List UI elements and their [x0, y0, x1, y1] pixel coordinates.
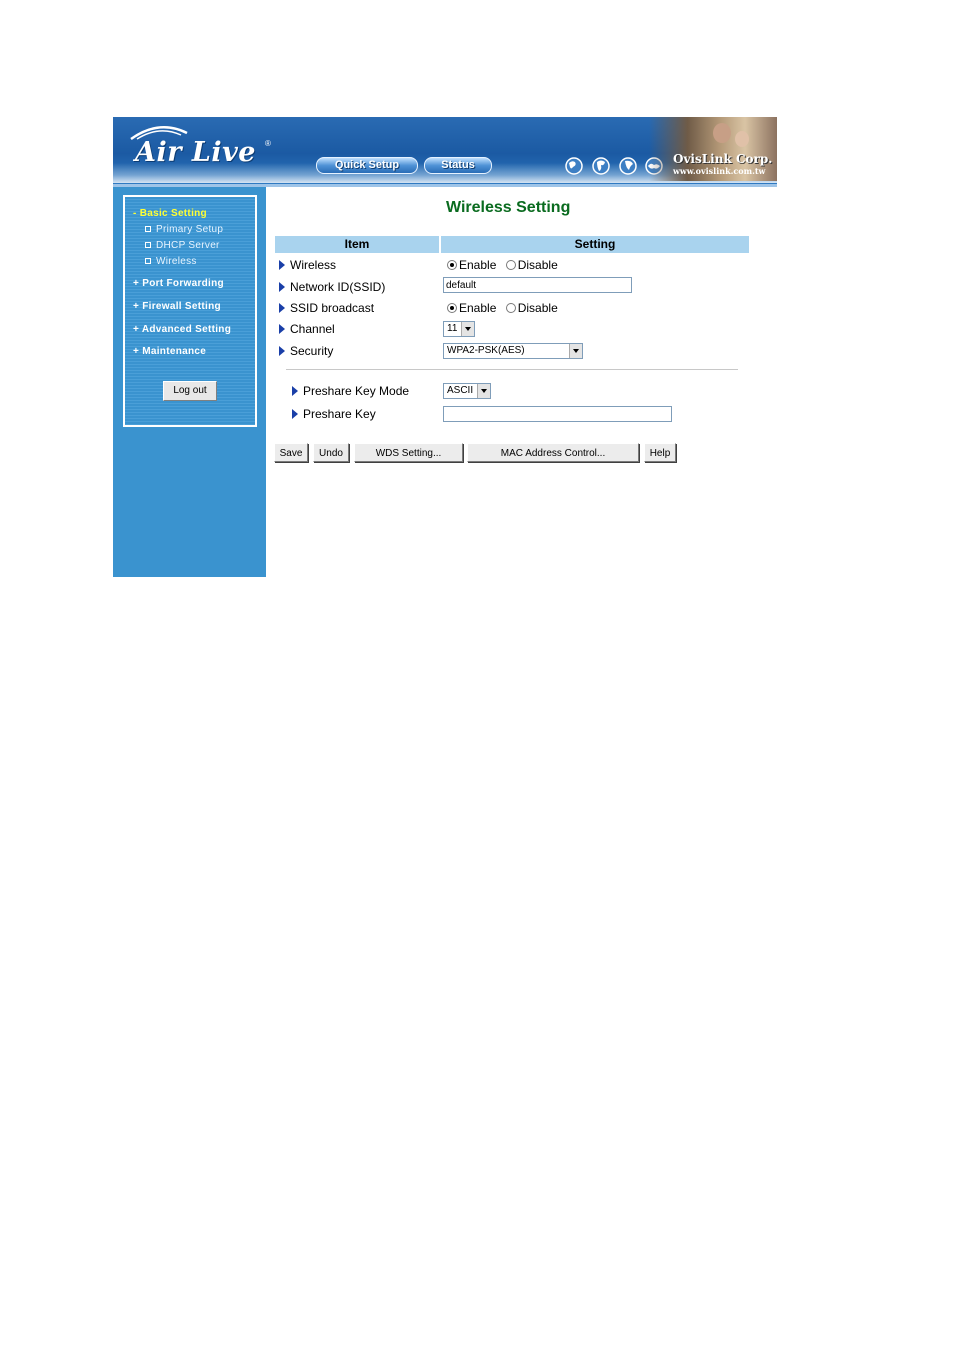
triangle-right-icon — [292, 409, 298, 419]
undo-button[interactable]: Undo — [313, 443, 349, 462]
sidebar-item-label: Wireless — [156, 256, 197, 267]
column-header-setting: Setting — [441, 236, 749, 253]
ssid-broadcast-disable-label: Disable — [517, 301, 558, 315]
sidebar-item-port-forwarding[interactable]: + Port Forwarding — [133, 278, 224, 289]
wireless-label-text: Wireless — [290, 258, 337, 272]
photo-person-adult — [713, 123, 731, 143]
photo-person-child — [735, 131, 749, 147]
sidebar-item-firewall-setting[interactable]: + Firewall Setting — [133, 301, 221, 312]
channel-label: Channel — [279, 322, 335, 336]
security-select[interactable]: WPA2-PSK(AES) — [443, 343, 583, 359]
psk-mode-label: Preshare Key Mode — [292, 384, 409, 398]
triangle-right-icon — [279, 303, 285, 313]
header-banner: Air Live ® Quick Setup Status OvisLink C… — [113, 117, 777, 187]
column-header-item: Item — [275, 236, 439, 253]
ssid-broadcast-radio-group: Enable Disable — [447, 301, 558, 315]
sidebar-item-advanced-setting[interactable]: + Advanced Setting — [133, 324, 231, 335]
psk-input[interactable] — [443, 406, 672, 422]
logout-button[interactable]: Log out — [163, 381, 217, 401]
triangle-right-icon — [279, 346, 285, 356]
help-button[interactable]: Help — [644, 443, 676, 462]
sidebar-item-maintenance[interactable]: + Maintenance — [133, 346, 206, 357]
sidebar-item-label: Primary Setup — [156, 224, 224, 235]
psk-label-text: Preshare Key — [303, 407, 376, 421]
psk-mode-select-value: ASCII — [447, 385, 474, 396]
sidebar-item-label: DHCP Server — [156, 240, 220, 251]
psk-label: Preshare Key — [292, 407, 376, 421]
channel-select[interactable]: 11 — [443, 321, 475, 337]
wds-setting-button[interactable]: WDS Setting... — [354, 443, 463, 462]
chevron-down-icon[interactable] — [461, 322, 474, 336]
chevron-down-icon[interactable] — [477, 384, 490, 398]
security-label: Security — [279, 344, 333, 358]
ssid-broadcast-enable-label: Enable — [459, 301, 497, 315]
registered-mark: ® — [265, 139, 271, 148]
psk-mode-select[interactable]: ASCII — [443, 383, 491, 399]
wireless-enable-label: Enable — [459, 258, 497, 272]
sidebar-item-primary-setup[interactable]: Primary Setup — [145, 224, 223, 235]
wireless-disable-radio[interactable] — [505, 260, 516, 270]
ssid-label: Network ID(SSID) — [279, 280, 385, 294]
triangle-right-icon — [279, 324, 285, 334]
globe-americas-icon[interactable] — [565, 157, 583, 175]
triangle-right-icon — [279, 282, 285, 292]
wireless-disable-label: Disable — [517, 258, 558, 272]
wireless-label: Wireless — [279, 258, 336, 272]
page-title: Wireless Setting — [446, 199, 571, 216]
ssid-broadcast-label-text: SSID broadcast — [290, 301, 375, 315]
triangle-right-icon — [292, 386, 298, 396]
ssid-input[interactable]: default — [443, 277, 632, 293]
channel-select-value: 11 — [447, 323, 458, 334]
globe-asia-icon[interactable] — [619, 157, 637, 175]
channel-label-text: Channel — [290, 322, 335, 336]
triangle-right-icon — [279, 260, 285, 270]
chevron-down-icon[interactable] — [569, 344, 582, 358]
ssid-broadcast-label: SSID broadcast — [279, 301, 374, 315]
globe-europe-icon[interactable] — [592, 157, 610, 175]
ssid-broadcast-disable-radio[interactable] — [505, 303, 516, 313]
ssid-broadcast-enable-radio[interactable] — [447, 303, 457, 313]
mac-address-control-button[interactable]: MAC Address Control... — [467, 443, 639, 462]
sidebar-item-basic-setting[interactable]: - Basic Setting — [133, 208, 207, 219]
airlive-logo: Air Live — [135, 137, 256, 168]
wireless-enable-radio[interactable] — [447, 260, 457, 270]
corp-name: OvisLink Corp. — [673, 152, 773, 166]
sidebar-menu: - Basic Setting Primary Setup DHCP Serve… — [123, 195, 257, 427]
square-bullet-icon — [145, 226, 151, 233]
section-divider — [286, 369, 738, 370]
security-select-value: WPA2-PSK(AES) — [447, 345, 525, 356]
ssid-label-text: Network ID(SSID) — [290, 280, 386, 294]
settings-table-header: Item Setting — [275, 236, 749, 253]
status-button[interactable]: Status — [424, 157, 492, 174]
sidebar-item-dhcp-server[interactable]: DHCP Server — [145, 240, 220, 251]
corp-url: www.ovislink.com.tw — [673, 166, 766, 176]
sidebar: - Basic Setting Primary Setup DHCP Serve… — [113, 187, 266, 577]
square-bullet-icon — [145, 242, 151, 249]
quick-setup-button[interactable]: Quick Setup — [316, 157, 418, 174]
router-admin-app: Air Live ® Quick Setup Status OvisLink C… — [113, 117, 777, 577]
sidebar-item-wireless[interactable]: Wireless — [145, 256, 197, 267]
wireless-radio-group: Enable Disable — [447, 258, 558, 272]
square-bullet-icon — [145, 258, 151, 265]
psk-mode-label-text: Preshare Key Mode — [303, 384, 410, 398]
security-label-text: Security — [290, 344, 334, 358]
save-button[interactable]: Save — [274, 443, 308, 462]
